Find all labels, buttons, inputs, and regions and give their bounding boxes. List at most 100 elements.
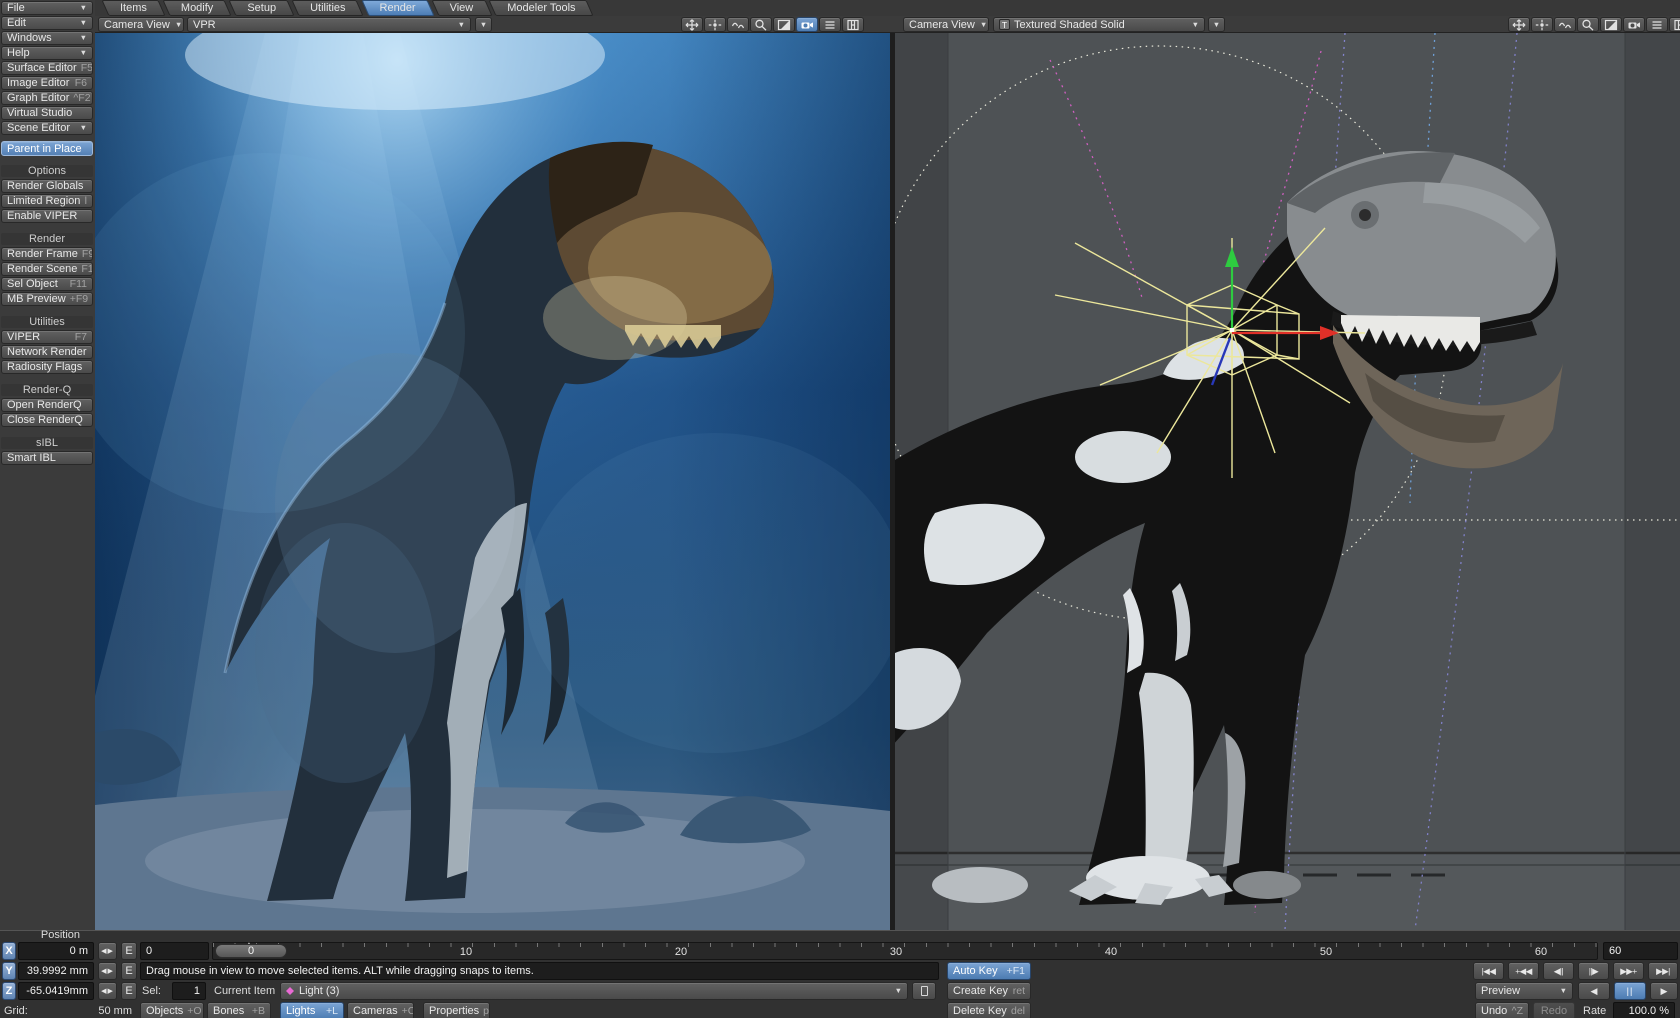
sidebar-item-surface-editor[interactable]: Surface EditorF5 [1,61,93,75]
sidebar-item-radiosity-flags[interactable]: Radiosity Flags [1,360,93,374]
x-stepper[interactable]: ◀▶ [98,942,117,960]
tab-modify[interactable]: Modify [166,0,228,16]
sidebar-item-viper[interactable]: VIPERF7 [1,330,93,344]
sidebar-item-open-renderq[interactable]: Open RenderQ [1,398,93,412]
left-orbit-tool-button[interactable] [727,17,749,32]
y-envelope-button[interactable]: E [121,962,137,980]
sidebar-item-image-editor[interactable]: Image EditorF6 [1,76,93,90]
end-frame-field[interactable]: 60 [1603,942,1678,960]
sidebar-item-limited-region[interactable]: Limited Regionl [1,194,93,208]
redo-button[interactable]: Redo [1533,1002,1575,1018]
tab-modeler-tools[interactable]: Modeler Tools [492,0,590,16]
sidebar-item-graph-editor[interactable]: Graph Editor^F2 [1,91,93,105]
current-item-dropdown[interactable]: Light (3)▼ [280,982,908,1000]
y-stepper[interactable]: ◀▶ [98,962,117,980]
sidebar-item-enable-viper[interactable]: Enable VIPER [1,209,93,223]
left-render-mode-dropdown[interactable]: VPR▼ [187,17,471,32]
sidebar-item-virtual-studio[interactable]: Virtual Studio [1,106,93,120]
preview-dropdown[interactable]: Preview▼ [1475,982,1573,1000]
left-pan-tool-button[interactable] [681,17,703,32]
tab-view[interactable]: View [435,0,489,16]
axis-y-badge[interactable]: Y [2,962,16,980]
sidebar-item-scene-editor[interactable]: Scene Editor▼ [1,121,93,135]
left-layout-preset-button[interactable] [842,17,864,32]
right-zoom-tool-button[interactable] [1577,17,1599,32]
menu-windows[interactable]: Windows▼ [1,31,93,45]
right-viewport-shaded-view[interactable] [895,33,1680,930]
left-viewport-menu-button[interactable] [819,17,841,32]
step-back-button[interactable]: ◀|| [1543,962,1574,980]
delete-key-button[interactable]: Delete Keydel [947,1002,1031,1018]
lights-mode-button[interactable]: Lights+L [280,1002,344,1018]
sidebar-item-render-globals[interactable]: Render Globals [1,179,93,193]
step-forward-button[interactable]: ||▶ [1578,962,1609,980]
sidebar-item-sel-object[interactable]: Sel ObjectF11 [1,277,93,291]
left-viewport-vpr-render[interactable] [95,33,890,930]
rate-field[interactable]: 100.0 % [1613,1002,1675,1018]
status-bar: Drag mouse in view to move selected item… [140,962,939,980]
x-envelope-button[interactable]: E [121,942,137,960]
tab-utilities[interactable]: Utilities [295,0,360,16]
undo-button[interactable]: Undo^Z [1475,1002,1529,1018]
sidebar-section-render: Render [1,233,93,245]
camera-icon [1627,19,1641,31]
objects-mode-button[interactable]: Objects+O [140,1002,204,1018]
go-end-button[interactable]: ▶▶| [1648,962,1678,980]
bones-mode-button[interactable]: Bones+B [207,1002,271,1018]
pane-icon [846,19,860,31]
left-view-type-dropdown[interactable]: Camera View▼ [98,17,184,32]
auto-key-button[interactable]: Auto Key+F1 [947,962,1031,980]
right-view-type-dropdown[interactable]: Camera View▼ [903,17,989,32]
sidebar-item-render-scene[interactable]: Render SceneF10 [1,262,93,276]
z-envelope-button[interactable]: E [121,982,137,1000]
right-viewport-options-dropdown[interactable]: ▼ [1208,17,1225,32]
tab-setup[interactable]: Setup [232,0,291,16]
sidebar-item-mb-preview[interactable]: MB Preview+F9 [1,292,93,306]
axis-z-badge[interactable]: Z [2,982,16,1000]
sidebar-item-close-renderq[interactable]: Close RenderQ [1,413,93,427]
right-layout-preset-button[interactable] [1669,17,1680,32]
tab-items[interactable]: Items [105,0,162,16]
tab-render[interactable]: Render [365,0,431,16]
timeline-ruler[interactable]: ▲ 0 10 20 30 40 50 60 [212,942,1598,960]
right-rotate-tool-button[interactable] [1531,17,1553,32]
go-start-button[interactable]: |◀◀ [1473,962,1504,980]
position-x-field[interactable]: 0 m [18,942,94,960]
menu-help[interactable]: Help▼ [1,46,93,60]
right-orbit-tool-button[interactable] [1554,17,1576,32]
sidebar-item-parent-in-place[interactable]: Parent in Place [1,141,93,156]
play-forward-button[interactable]: ▶ [1650,982,1678,1000]
right-pan-tool-button[interactable] [1508,17,1530,32]
current-frame-field[interactable]: 0 [140,942,209,960]
pause-button[interactable]: || [1614,982,1646,1000]
right-render-mode-dropdown[interactable]: TTextured Shaded Solid▼ [993,17,1205,32]
left-rotate-tool-button[interactable] [704,17,726,32]
position-y-field[interactable]: 39.9992 mm [18,962,94,980]
left-minmax-button[interactable] [773,17,795,32]
left-camera-select-button[interactable] [796,17,818,32]
left-viewport-options-dropdown[interactable]: ▼ [475,17,492,32]
menu-file[interactable]: File▼ [1,1,93,15]
right-minmax-button[interactable] [1600,17,1622,32]
next-key-button[interactable]: ▶▶+ [1613,962,1644,980]
z-stepper[interactable]: ◀▶ [98,982,117,1000]
cameras-mode-button[interactable]: Cameras+C [347,1002,414,1018]
sidebar-item-network-render[interactable]: Network Render [1,345,93,359]
properties-button[interactable]: Propertiesp [423,1002,490,1018]
left-zoom-tool-button[interactable] [750,17,772,32]
create-key-button[interactable]: Create Keyret [947,982,1031,1000]
right-camera-select-button[interactable] [1623,17,1645,32]
axis-x-badge[interactable]: X [2,942,16,960]
sidebar-item-render-frame[interactable]: Render FrameF9 [1,247,93,261]
prev-key-button[interactable]: +◀◀ [1508,962,1539,980]
orbit-icon [1558,19,1572,31]
right-viewport-menu-button[interactable] [1646,17,1668,32]
timeline-slider-handle[interactable]: 0 [215,944,287,958]
position-z-field[interactable]: -65.0419mm [18,982,94,1000]
menu-edit[interactable]: Edit▼ [1,16,93,30]
vpr-render-canvas [95,33,890,930]
item-properties-mini-button[interactable] [912,982,936,1000]
play-reverse-button[interactable]: ◀ [1578,982,1610,1000]
sidebar-item-smart-ibl[interactable]: Smart IBL [1,451,93,465]
chevron-down-icon: ▼ [170,21,182,29]
